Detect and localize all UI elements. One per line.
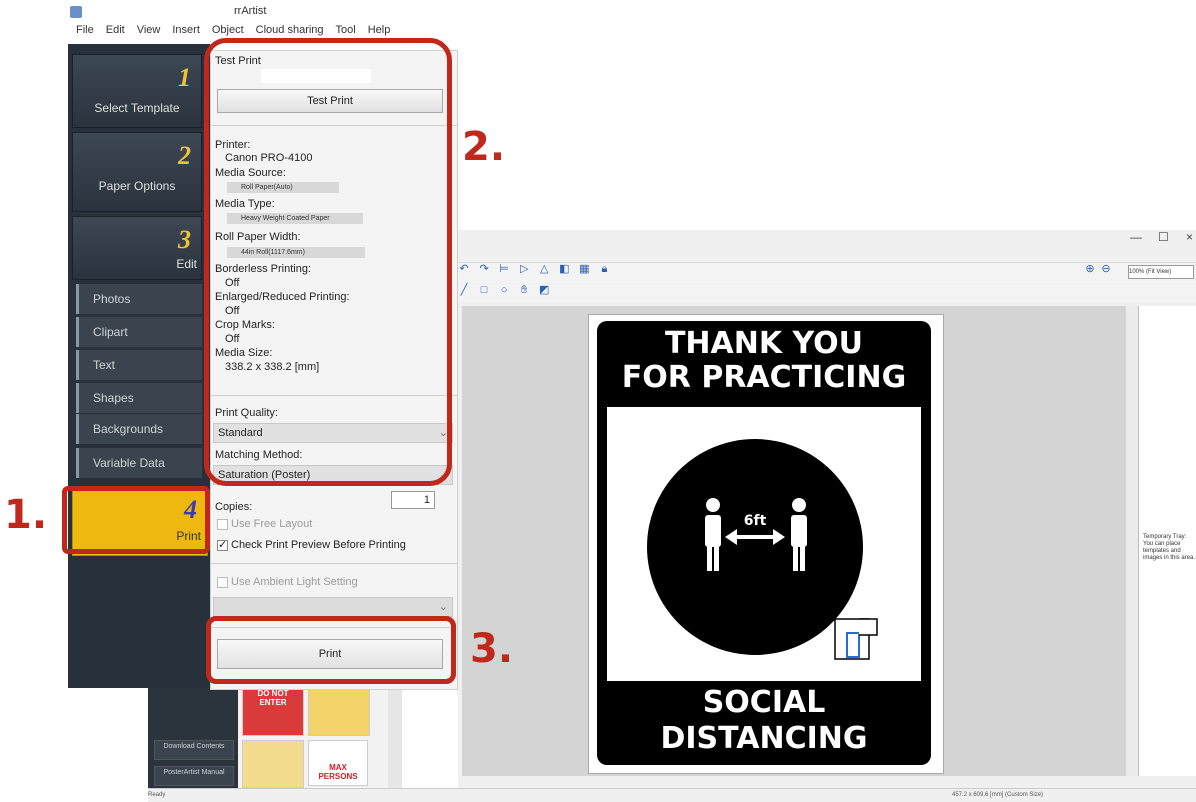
temporary-tray[interactable]: Temporary Tray: You can place templates … [1138,306,1196,776]
poster-footer: SOCIAL DISTANCING [597,685,931,757]
status-ready: Ready [148,792,166,798]
app-title: rrArtist [234,5,267,17]
step-number: 3 [178,225,191,254]
template-thumbnails: DO NOT ENTER MAX PERSONS [238,688,388,792]
zoom-select[interactable]: 100% (Fit View) [1128,265,1194,279]
poster-artwork: THANK YOU FOR PRACTICING 6ft SOCIAL DIST… [597,321,931,765]
manual-button[interactable]: PosterArtist Manual [154,766,234,786]
minimize-icon[interactable]: — [1130,230,1142,244]
poster-heading-line: THANK YOU [664,326,864,361]
nav-backgrounds[interactable]: Backgrounds [76,414,202,444]
template-thumbnail[interactable] [242,740,304,788]
annotation-step-1: 1. [4,492,48,538]
group-icon[interactable]: ▦ [578,263,590,275]
menu-view[interactable]: View [137,24,161,42]
menu-file[interactable]: File [76,24,94,42]
poster-page[interactable]: THANK YOU FOR PRACTICING 6ft SOCIAL DIST… [588,314,944,774]
template-thumbnail[interactable] [308,688,370,736]
download-contents-button[interactable]: Download Contents [154,740,234,760]
tray-text: Temporary Tray: You can place templates … [1143,534,1196,561]
step-number: 2 [178,141,191,170]
flip-icon[interactable]: △ [538,263,550,275]
layer-icon[interactable]: ◧ [558,263,570,275]
annotation-step-2: 2. [462,124,506,170]
social-distance-illustration: 6ft [647,439,878,660]
image-tool-icon[interactable]: ◩ [538,284,550,296]
lower-sidebar: Download Contents PosterArtist Manual [148,688,240,792]
checkmark-icon: ✓ [218,539,228,551]
hand-tool-icon[interactable]: ✋︎ [518,284,530,296]
nav-label: Select Template [94,101,180,115]
canvas-scrollbar[interactable] [1126,306,1138,776]
status-size: 457.2 x 609.6 [mm] (Custom Size) [952,792,1044,798]
status-bar: Ready 457.2 x 609.6 [mm] (Custom Size) [148,788,1196,802]
undo-icon[interactable]: ↶ [458,263,470,275]
free-layout-label: Use Free Layout [231,518,313,530]
nav-select-template[interactable]: 1 Select Template [72,54,202,128]
ambient-light-select[interactable]: ⌄ [213,597,453,617]
nav-edit[interactable]: 3 Edit [72,216,202,280]
divider [211,563,457,564]
copies-label: Copies: [215,501,253,513]
nav-shapes[interactable]: Shapes [76,383,202,413]
maximize-icon[interactable]: ☐ [1158,230,1169,244]
check-preview-label: Check Print Preview Before Printing [231,539,406,551]
free-layout-checkbox[interactable] [217,519,228,530]
close-icon[interactable]: × [1186,230,1193,244]
zoom-in-icon[interactable]: ⊕ [1084,263,1096,275]
step-number: 1 [178,63,191,92]
hand-sanitizer-icon [834,618,878,660]
thumbnail-scrollbar[interactable] [388,688,402,792]
menu-edit[interactable]: Edit [106,24,125,42]
rectangle-tool-icon[interactable]: □ [478,284,490,296]
highlight-box-1 [62,486,210,554]
editor-toolbar: ↶ ↷ ⊨ ▷ △ ◧ ▦ 🔒︎ ⊕ ⊖ 100% (Fit View) [458,262,1196,283]
ellipse-tool-icon[interactable]: ○ [498,284,510,296]
zoom-out-icon[interactable]: ⊖ [1100,263,1112,275]
poster-heading-line: FOR PRACTICING [621,360,907,395]
nav-paper-options[interactable]: 2 Paper Options [72,132,202,212]
template-thumbnail[interactable]: MAX PERSONS [308,740,368,786]
poster-footer-line: SOCIAL [702,685,826,720]
poster-heading: THANK YOU FOR PRACTICING [597,327,931,395]
canvas-area[interactable]: THANK YOU FOR PRACTICING 6ft SOCIAL DIST… [462,306,1138,776]
lock-icon[interactable]: 🔒︎ [598,263,610,275]
poster-footer-line: DISTANCING [660,721,868,756]
menu-insert[interactable]: Insert [172,24,200,42]
distribute-icon[interactable]: ▷ [518,263,530,275]
drawing-toolbar: ╱ □ ○ ✋︎ ◩ [458,284,1196,302]
chevron-down-icon: ⌄ [438,601,448,613]
highlight-box-3 [206,616,456,684]
poster-illustration-panel: 6ft [607,407,921,681]
copies-input[interactable]: 1 [391,491,435,509]
nav-clipart[interactable]: Clipart [76,317,202,347]
highlight-box-2 [204,38,452,486]
align-icon[interactable]: ⊨ [498,263,510,275]
annotation-step-3: 3. [470,626,514,672]
nav-text[interactable]: Text [76,350,202,380]
nav-photos[interactable]: Photos [76,284,202,314]
nav-label: Edit [176,257,197,271]
ambient-light-checkbox[interactable] [217,577,228,588]
ambient-light-label: Use Ambient Light Setting [231,576,358,588]
template-thumbnail[interactable]: DO NOT ENTER [242,688,304,736]
left-navigation: 1 Select Template 2 Paper Options 3 Edit… [68,44,210,688]
line-tool-icon[interactable]: ╱ [458,284,470,296]
nav-label: Paper Options [98,179,176,193]
editor-window: — ☐ × ↶ ↷ ⊨ ▷ △ ◧ ▦ 🔒︎ ⊕ ⊖ 100% (Fit Vie… [148,230,1196,802]
app-icon [70,6,82,18]
check-preview-checkbox[interactable]: ✓ [217,539,228,551]
nav-variable-data[interactable]: Variable Data [76,448,202,478]
distance-label: 6ft [744,513,767,529]
redo-icon[interactable]: ↷ [478,263,490,275]
